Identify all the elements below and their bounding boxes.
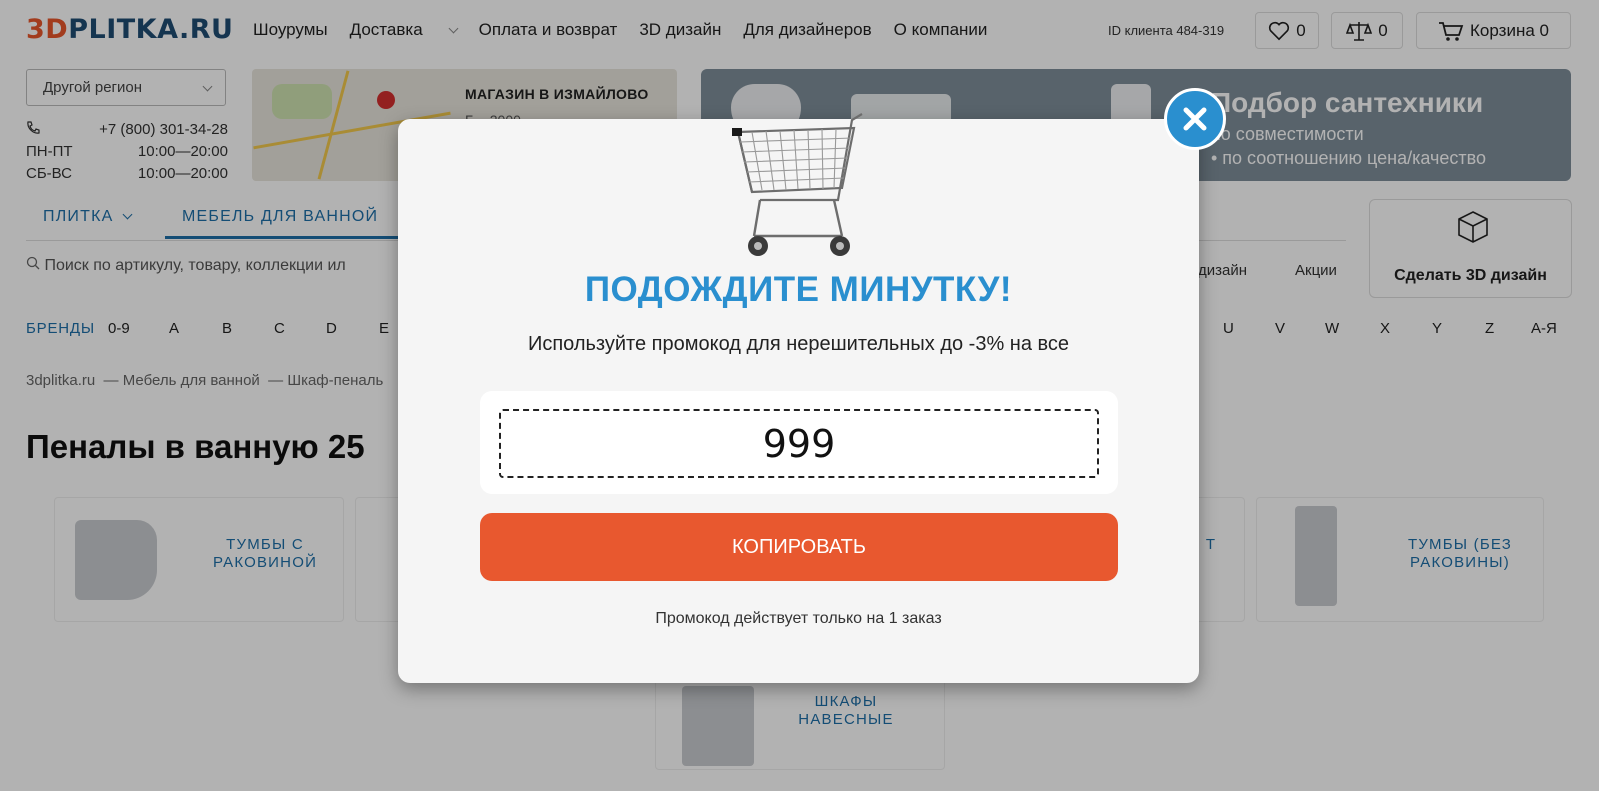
close-modal-button[interactable] <box>1164 88 1226 150</box>
shopping-cart-icon <box>732 113 863 256</box>
copy-button[interactable]: КОПИРОВАТЬ <box>480 513 1118 581</box>
promo-code-field[interactable]: 999 <box>499 409 1099 478</box>
modal-subtitle: Используйте промокод для нерешительных д… <box>527 333 1070 355</box>
modal-title: ПОДОЖДИТЕ МИНУТКУ! <box>584 270 1013 309</box>
close-icon <box>1183 107 1207 131</box>
promo-note: Промокод действует только на 1 заказ <box>655 610 942 627</box>
